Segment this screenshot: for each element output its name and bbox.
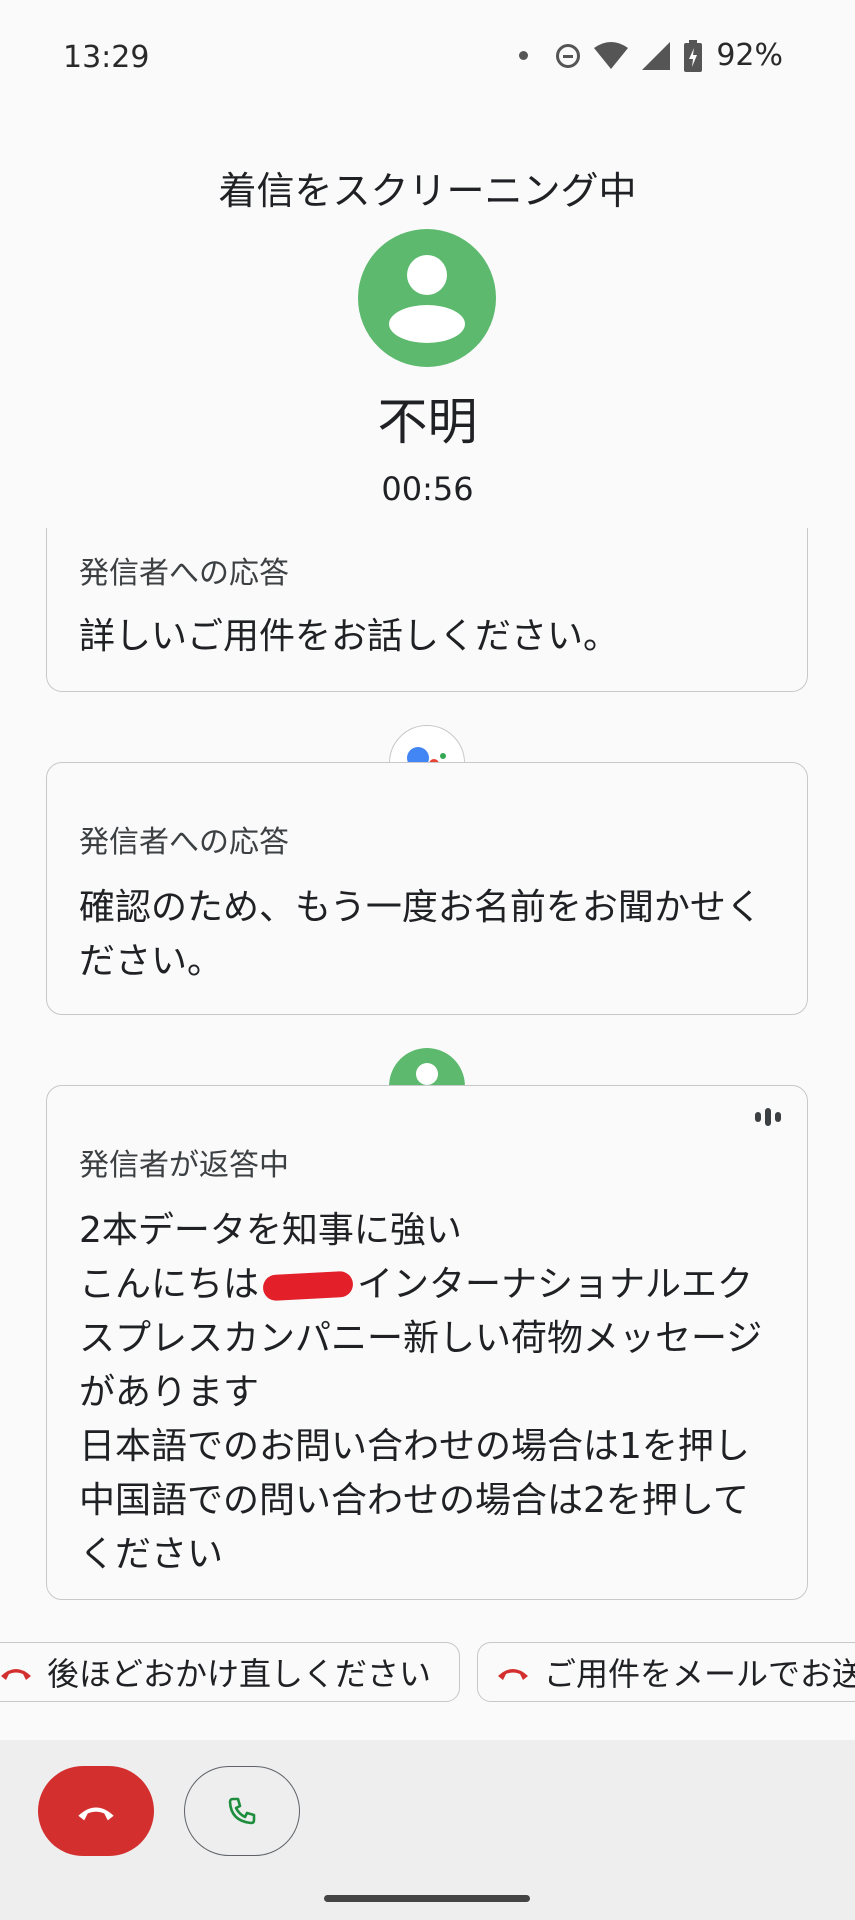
transcript-segment: インターナショナルエク — [357, 1264, 754, 1305]
hang-up-icon — [78, 1807, 114, 1821]
cell-signal-icon — [642, 41, 671, 70]
transcript-text: 確認のため、もう一度お名前をお聞かせください。 — [79, 887, 762, 982]
transcript-text: 詳しいご用件をお話しください。 — [79, 616, 620, 657]
transcript-segment: こんにちは — [79, 1264, 260, 1305]
transcript-line: ください — [79, 1534, 224, 1575]
answer-call-button[interactable] — [184, 1766, 300, 1856]
transcript-label: 発信者への応答 — [79, 556, 289, 591]
status-icons: 92% — [519, 38, 783, 73]
transcript-card-assistant-2: 発信者への応答 確認のため、もう一度お名前をお聞かせください。 — [46, 762, 808, 1015]
status-bar: 13:29 92% — [0, 0, 855, 120]
caller-name: 不明 — [377, 393, 478, 451]
phone-icon — [228, 1797, 256, 1825]
transcript-label: 発信者が返答中 — [79, 1148, 289, 1183]
caller-avatar-icon — [358, 229, 496, 367]
hang-up-icon — [498, 1669, 528, 1680]
battery-charging-icon — [684, 39, 703, 72]
hang-up-icon — [1, 1669, 31, 1680]
home-indicator[interactable] — [324, 1895, 530, 1902]
call-action-bar — [0, 1740, 855, 1920]
decline-call-button[interactable] — [38, 1766, 154, 1856]
transcript-card-assistant-1: 発信者への応答 詳しいご用件をお話しください。 — [46, 528, 808, 692]
status-time: 13:29 — [63, 40, 150, 75]
battery-percent: 92% — [716, 38, 783, 73]
transcript-line: こんにちは インターナショナルエク — [79, 1258, 777, 1312]
transcript-line: スプレスカンパニー新しい荷物メッセージ — [79, 1318, 763, 1359]
transcript-line: 2本データを知事に強い — [79, 1210, 462, 1251]
call-timer: 00:56 — [381, 470, 474, 508]
quick-reply-call-back-later[interactable]: 後ほどおかけ直しください — [0, 1642, 460, 1702]
quick-reply-label: ご用件をメールでお送 — [544, 1655, 855, 1693]
transcript-text: 2本データを知事に強い こんにちは インターナショナルエク スプレスカンパニー新し… — [79, 1204, 777, 1582]
do-not-disturb-icon — [556, 43, 581, 68]
quick-reply-send-by-email[interactable]: ご用件をメールでお送 — [477, 1642, 855, 1702]
notification-dot-icon — [519, 51, 529, 60]
transcript-line: 日本語でのお問い合わせの場合は1を押し — [79, 1426, 750, 1467]
transcript-line: があります — [79, 1372, 260, 1413]
transcript-label: 発信者への応答 — [79, 825, 289, 860]
transcript-line: 中国語での問い合わせの場合は2を押して — [79, 1480, 749, 1521]
screen-title: 着信をスクリーニング中 — [218, 169, 637, 213]
transcript-card-caller: 発信者が返答中 2本データを知事に強い こんにちは インターナショナルエク スプレ… — [46, 1085, 808, 1600]
quick-reply-label: 後ほどおかけ直しください — [47, 1655, 432, 1693]
wifi-icon — [594, 41, 629, 69]
redaction-mark — [262, 1270, 354, 1302]
speaking-indicator-icon — [755, 1108, 781, 1126]
